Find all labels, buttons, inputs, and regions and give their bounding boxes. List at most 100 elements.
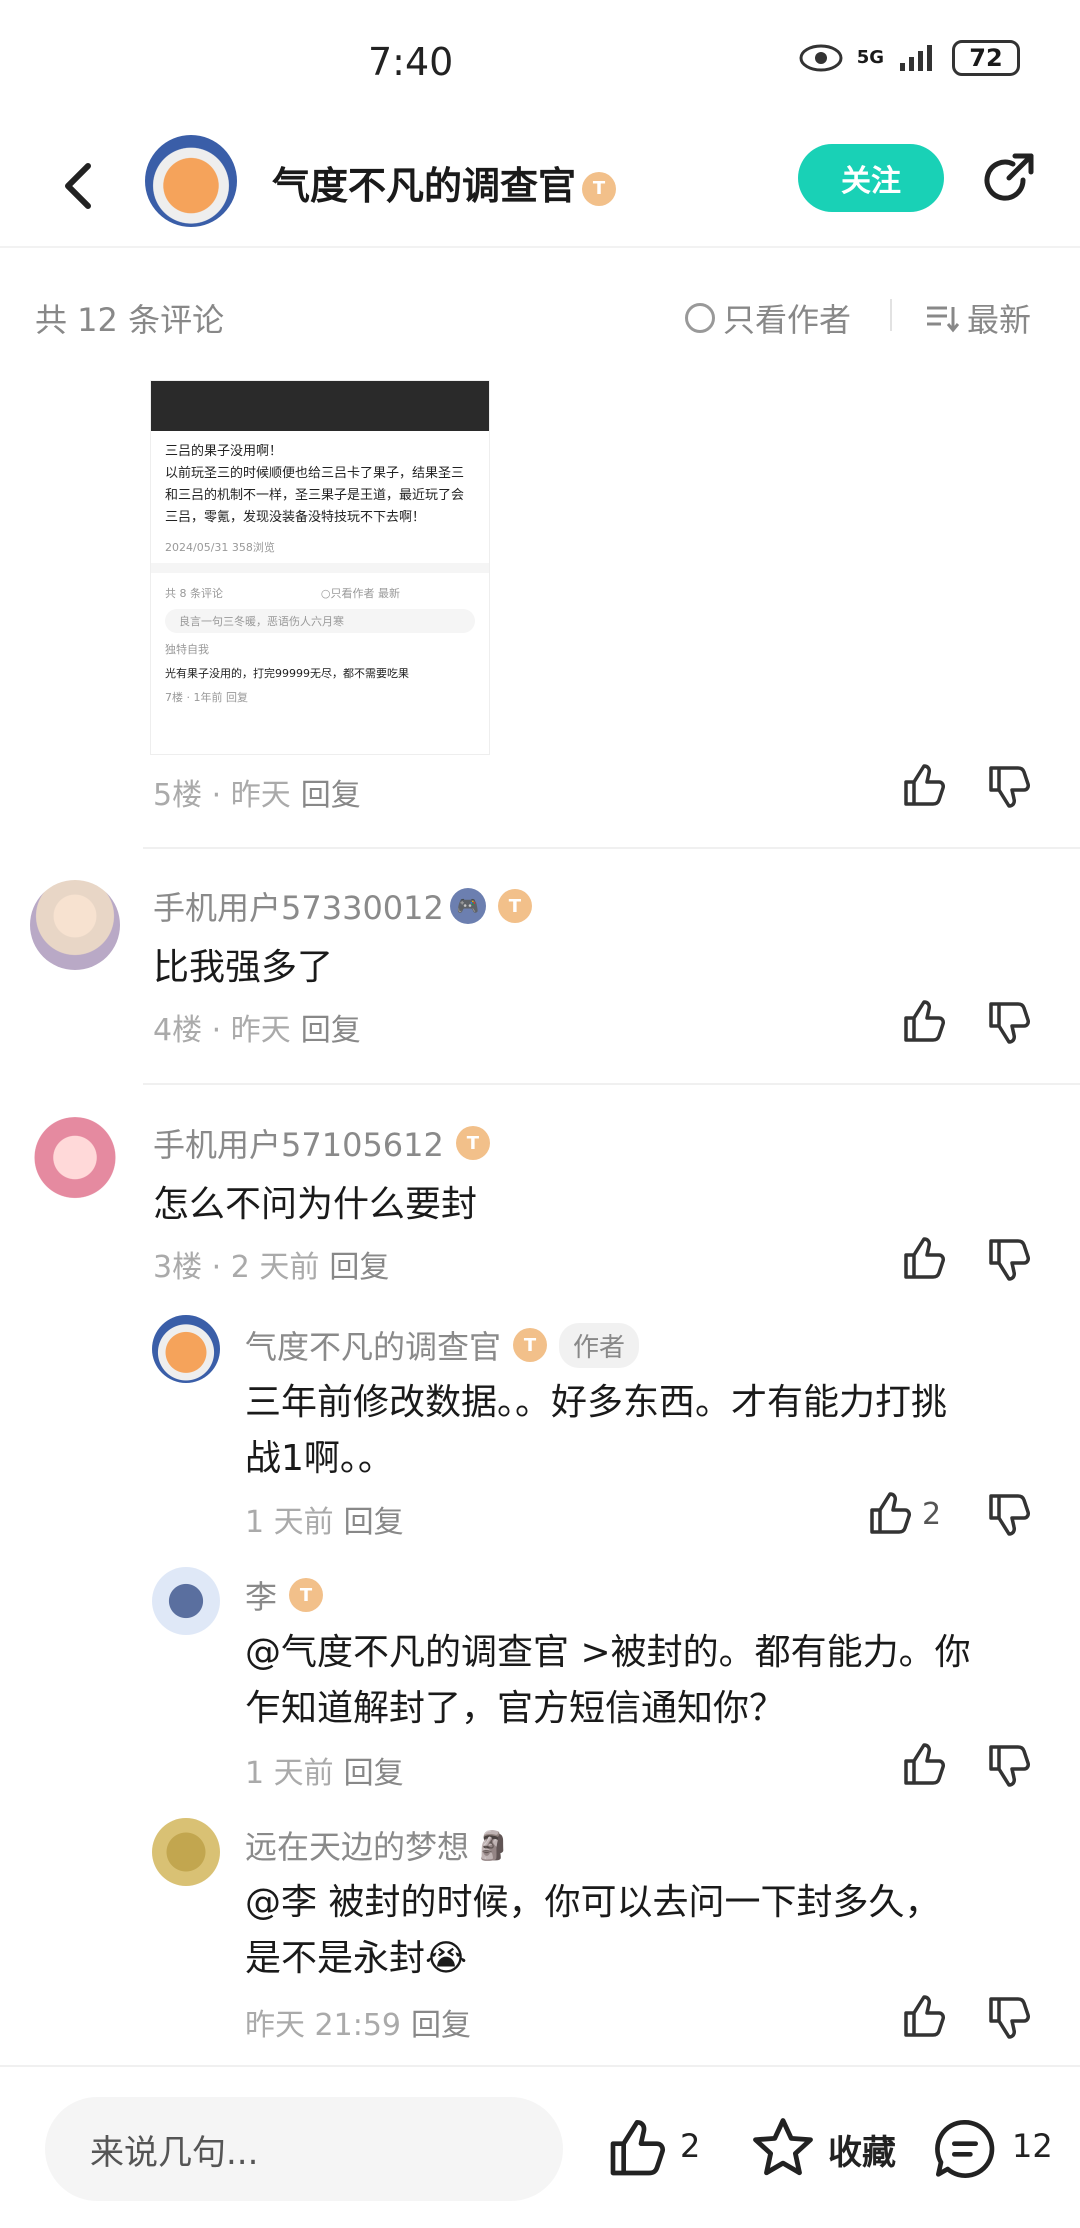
- author-name-text: 气度不凡的调查官: [272, 164, 577, 208]
- image-comment-bar: 共 8 条评论 ○只看作者 最新: [165, 587, 401, 600]
- avatar[interactable]: [30, 1117, 120, 1207]
- only-author-toggle[interactable]: 只看作者: [685, 295, 851, 341]
- like-icon[interactable]: [605, 2117, 669, 2181]
- dislike-icon[interactable]: [985, 998, 1033, 1046]
- header: 气度不凡的调查官 T 关注: [0, 130, 1080, 248]
- level-badge: T: [513, 1328, 548, 1362]
- star-icon[interactable]: [750, 2115, 816, 2181]
- like-icon[interactable]: [900, 1741, 948, 1789]
- only-author-label: 只看作者: [723, 301, 852, 339]
- image-post-body: 以前玩圣三的时候顺便也给三吕卡了果子，结果圣三和三吕的机制不一样，圣三果子是王道…: [165, 466, 465, 525]
- comment-meta: 4楼 · 昨天 回复: [153, 1005, 361, 1049]
- comment-icon[interactable]: [933, 2117, 997, 2181]
- username-text: 李: [245, 1578, 278, 1616]
- author-name[interactable]: 气度不凡的调查官 T: [272, 155, 617, 210]
- avatar[interactable]: [30, 880, 120, 970]
- username-text: 手机用户57330012: [153, 889, 444, 927]
- reply-button[interactable]: 回复: [329, 1250, 389, 1285]
- reply-meta: 昨天 21:59 回复: [245, 2000, 471, 2044]
- follow-button[interactable]: 关注: [798, 144, 944, 212]
- radio-icon: [685, 303, 715, 333]
- bottom-bar: 来说几句... 2 收藏 12: [0, 2065, 1080, 2228]
- image-game-header: [151, 381, 489, 431]
- reply-username[interactable]: 远在天边的梦想 🗿: [245, 1822, 510, 1868]
- comment-total-count: 12: [1012, 2127, 1053, 2165]
- share-icon[interactable]: [975, 148, 1039, 212]
- reply-time: 1 天前: [245, 1505, 334, 1540]
- reply-meta: 1 天前 回复: [245, 1497, 404, 1541]
- image-comment-meta: 7楼 · 1年前 回复: [165, 691, 248, 704]
- reply-content: @李 被封的时候，你可以去问一下封多久， 是不是永封😭: [245, 1875, 940, 1987]
- comment-username[interactable]: 手机用户57330012 🎮 T: [153, 883, 532, 929]
- like-icon[interactable]: [900, 1993, 948, 2041]
- figure-icon: 🗿: [475, 1828, 510, 1862]
- comment-image[interactable]: 三吕的果子没用啊！ 以前玩圣三的时候顺便也给三吕卡了果子，结果圣三和三吕的机制不…: [150, 380, 490, 755]
- status-time: 7:40: [368, 40, 454, 84]
- sort-newest[interactable]: 最新: [925, 295, 1031, 341]
- status-bar: 7:40 5G 72: [0, 0, 1080, 130]
- dislike-icon[interactable]: [985, 1741, 1033, 1789]
- reply-button[interactable]: 回复: [301, 1013, 361, 1048]
- network-label: 5G: [856, 47, 884, 68]
- comment-floor-time: 5楼 · 昨天: [153, 778, 291, 813]
- comment-username[interactable]: 手机用户57105612 T: [153, 1120, 490, 1166]
- reply-button[interactable]: 回复: [301, 778, 361, 813]
- level-badge: T: [497, 889, 532, 923]
- reply-time: 1 天前: [245, 1756, 334, 1791]
- image-post-date: 2024/05/31 358浏览: [165, 541, 275, 554]
- like-icon[interactable]: [900, 762, 948, 810]
- comment-content: 怎么不问为什么要封: [153, 1184, 478, 1225]
- eye-icon: [799, 44, 843, 72]
- comment-floor-time: 3楼 · 2 天前: [153, 1250, 320, 1285]
- like-icon[interactable]: [900, 998, 948, 1046]
- reply-line: 是不是永封😭: [245, 1938, 468, 1979]
- avatar[interactable]: [152, 1567, 220, 1635]
- dislike-icon[interactable]: [985, 1490, 1033, 1538]
- comment-divider: [143, 1083, 1080, 1085]
- dislike-icon[interactable]: [985, 762, 1033, 810]
- avatar[interactable]: [152, 1818, 220, 1886]
- dislike-icon[interactable]: [985, 1993, 1033, 2041]
- reply-button[interactable]: 回复: [411, 2008, 471, 2043]
- reply-username[interactable]: 李T: [245, 1572, 324, 1618]
- reply-time: 昨天 21:59: [245, 2008, 401, 2043]
- comment-input[interactable]: 来说几句...: [45, 2097, 563, 2201]
- image-divider: [151, 563, 489, 573]
- signal-icon: [900, 45, 932, 71]
- avatar[interactable]: [152, 1315, 220, 1383]
- reply-line: 三年前修改数据。。好多东西。才有能力打挑: [245, 1382, 948, 1423]
- status-icons: 5G 72: [799, 40, 1020, 76]
- level-badge: T: [289, 1578, 324, 1612]
- gamepad-icon: 🎮: [449, 888, 486, 924]
- comment-content: 比我强多了: [153, 947, 334, 988]
- image-comments-count: 共 8 条评论: [165, 587, 223, 600]
- dislike-icon[interactable]: [985, 1235, 1033, 1283]
- battery-indicator: 72: [952, 40, 1020, 76]
- username-text: 远在天边的梦想: [245, 1828, 470, 1866]
- like-icon[interactable]: [866, 1490, 914, 1538]
- reply-line: @李 被封的时候，你可以去问一下封多久，: [245, 1882, 941, 1923]
- reply-line: @气度不凡的调查官 >被封的。都有能力。你: [245, 1632, 971, 1673]
- sort-icon: [927, 306, 959, 333]
- reply-button[interactable]: 回复: [344, 1756, 404, 1791]
- reply-line: 战1啊。。: [245, 1438, 394, 1479]
- image-comment: 光有果子没用的，打完99999无尽，都不需要吃果: [165, 667, 409, 680]
- image-only-author: 只看作者: [330, 587, 375, 600]
- reply-username[interactable]: 气度不凡的调查官 T 作者: [245, 1322, 640, 1368]
- image-input: 良言一句三冬暖，恶语伤人六月寒: [165, 609, 475, 633]
- reply-button[interactable]: 回复: [344, 1505, 404, 1540]
- favorite-label[interactable]: 收藏: [828, 2125, 896, 2174]
- author-tag: 作者: [559, 1322, 640, 1368]
- like-count: 2: [922, 1497, 942, 1532]
- like-icon[interactable]: [900, 1235, 948, 1283]
- divider: [890, 299, 892, 331]
- comment-count: 共 12 条评论: [35, 301, 225, 339]
- username-text: 手机用户57105612: [153, 1126, 444, 1164]
- image-commenter: 独特自我: [165, 643, 209, 656]
- author-avatar[interactable]: [145, 135, 237, 227]
- comment-meta: 3楼 · 2 天前 回复: [153, 1242, 389, 1286]
- back-icon[interactable]: [50, 156, 110, 216]
- level-badge: T: [582, 171, 617, 206]
- comment-floor-time: 4楼 · 昨天: [153, 1013, 291, 1048]
- image-post: 三吕的果子没用啊！ 以前玩圣三的时候顺便也给三吕卡了果子，结果圣三和三吕的机制不…: [151, 431, 489, 539]
